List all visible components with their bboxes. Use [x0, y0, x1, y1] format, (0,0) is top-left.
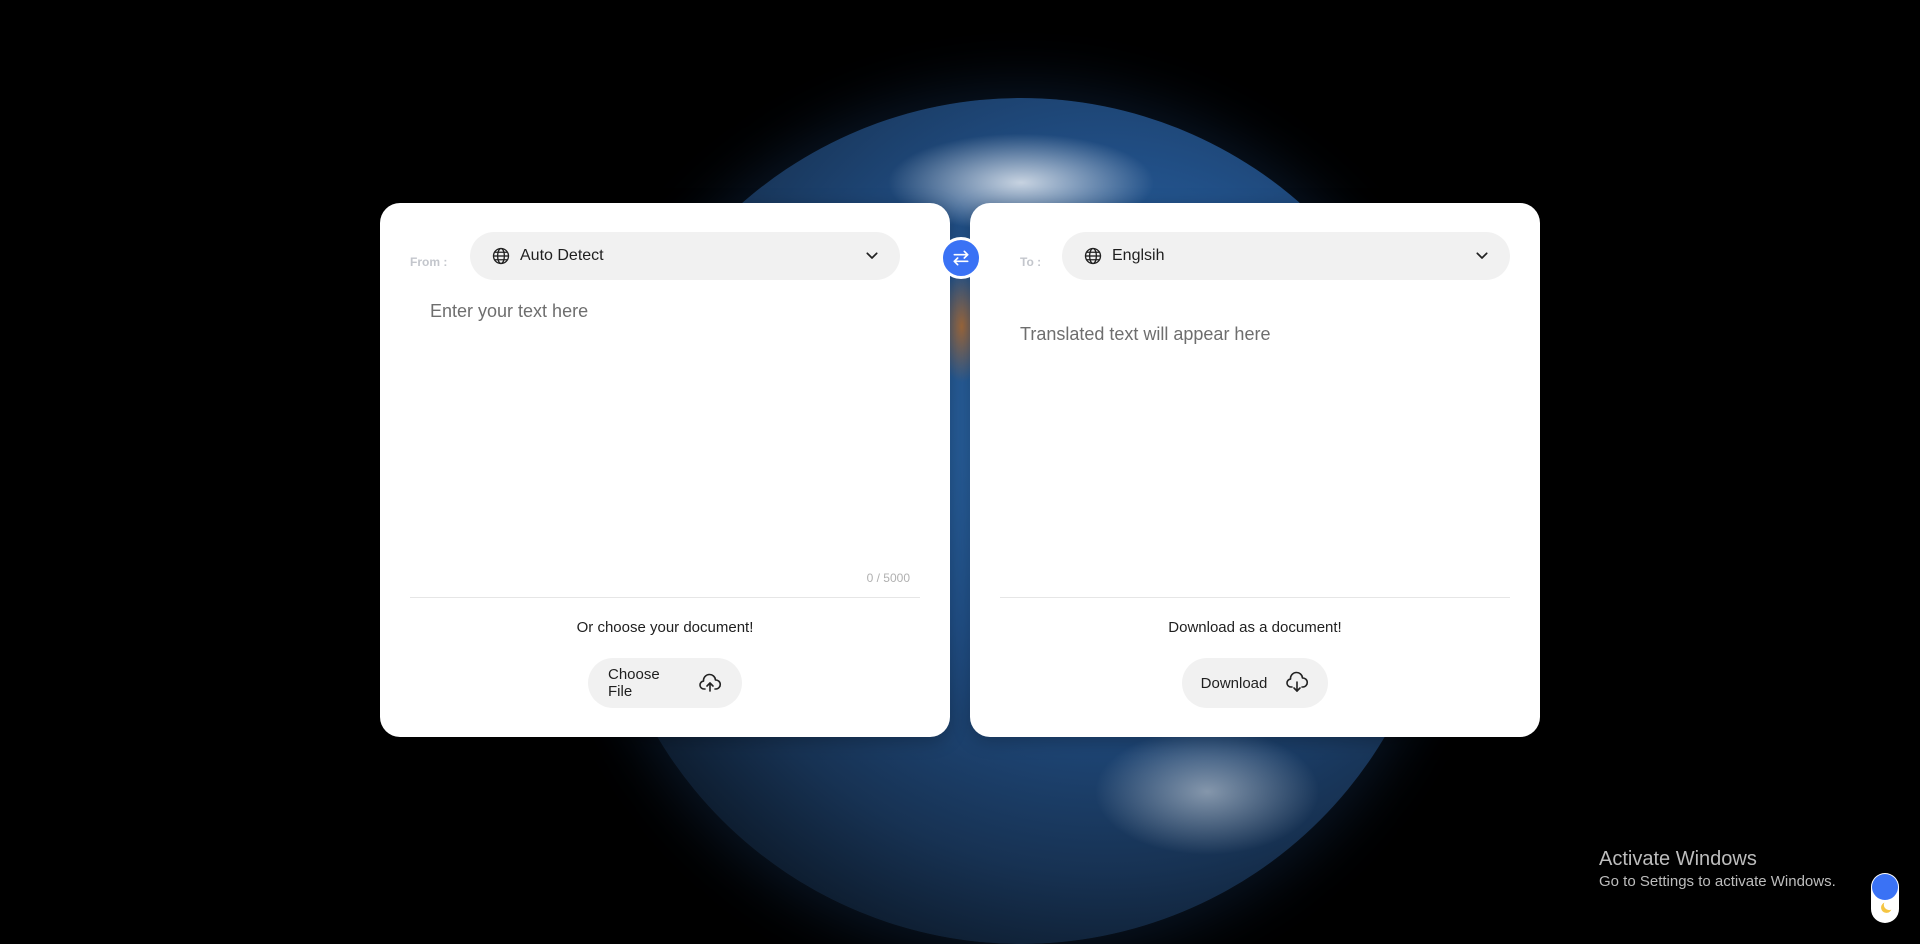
source-language-name: Auto Detect [520, 247, 604, 264]
source-text-input[interactable] [410, 293, 920, 543]
document-hint: Or choose your document! [576, 619, 754, 636]
watermark-title: Activate Windows [1599, 848, 1757, 870]
to-label: To : [1020, 255, 1042, 269]
target-language-select[interactable]: Englsih [1062, 232, 1510, 280]
chevron-down-icon [1474, 248, 1490, 264]
cloud-download-icon [1285, 671, 1309, 695]
swap-icon [951, 248, 971, 268]
moon-icon [1878, 900, 1894, 916]
divider [1000, 597, 1510, 598]
download-hint: Download as a document! [1168, 619, 1342, 636]
cloud-upload-icon [698, 671, 722, 695]
watermark-subtitle: Go to Settings to activate Windows. [1599, 873, 1836, 890]
source-language-select[interactable]: Auto Detect [470, 232, 900, 280]
chevron-down-icon [864, 248, 880, 264]
download-label: Download [1200, 674, 1268, 692]
translated-text-output: Translated text will appear here [1020, 324, 1271, 344]
choose-file-button[interactable]: Choose File [588, 658, 742, 708]
toggle-knob [1872, 874, 1898, 900]
choose-file-label: Choose File [608, 666, 660, 700]
globe-icon [492, 247, 510, 265]
swap-languages-button[interactable] [940, 237, 982, 279]
divider [410, 597, 920, 598]
from-label: From : [410, 255, 448, 269]
theme-toggle[interactable] [1871, 873, 1899, 923]
source-panel: From : Auto Detect 0 / 5000 Or choose yo… [380, 203, 950, 737]
target-panel: To : Englsih Translated text will appear… [970, 203, 1540, 737]
activate-windows-watermark: Activate Windows Go to Settings to activ… [1599, 848, 1836, 890]
target-language-name: Englsih [1112, 247, 1165, 264]
character-counter: 0 / 5000 [866, 571, 910, 585]
download-button[interactable]: Download [1182, 658, 1328, 708]
globe-icon [1084, 247, 1102, 265]
